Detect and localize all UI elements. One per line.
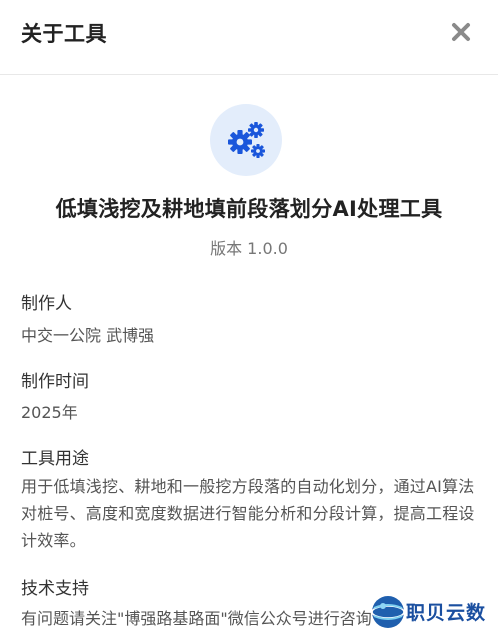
close-x-icon <box>452 23 470 41</box>
watermark: 职贝云数 <box>368 590 498 636</box>
author-label: 制作人 <box>21 294 72 314</box>
purpose-label: 工具用途 <box>21 449 89 469</box>
globe-logo-icon <box>371 596 405 628</box>
about-dialog: 关于工具 低填浅挖及耕地填前段落划分AI处理工具 版本 1.0.0 制作人 中交… <box>0 0 498 636</box>
date-label: 制作时间 <box>21 372 89 392</box>
dialog-header: 关于工具 <box>0 0 498 75</box>
dialog-title: 关于工具 <box>21 22 107 46</box>
watermark-text: 职贝云数 <box>406 602 487 624</box>
support-value: 有问题请关注"博强路基路面"微信公众号进行咨询 <box>21 609 372 628</box>
support-label: 技术支持 <box>21 579 89 599</box>
close-button[interactable] <box>448 19 474 45</box>
app-version: 版本 1.0.0 <box>210 239 288 258</box>
date-value: 2025年 <box>21 403 78 422</box>
app-icon-badge <box>210 104 282 176</box>
purpose-value: 用于低填浅挖、耕地和一般挖方段落的自动化划分，通过AI算法对桩号、高度和宽度数据… <box>21 477 475 550</box>
gears-icon <box>228 122 265 158</box>
author-value: 中交一公院 武博强 <box>21 326 155 345</box>
app-name: 低填浅挖及耕地填前段落划分AI处理工具 <box>55 197 443 221</box>
